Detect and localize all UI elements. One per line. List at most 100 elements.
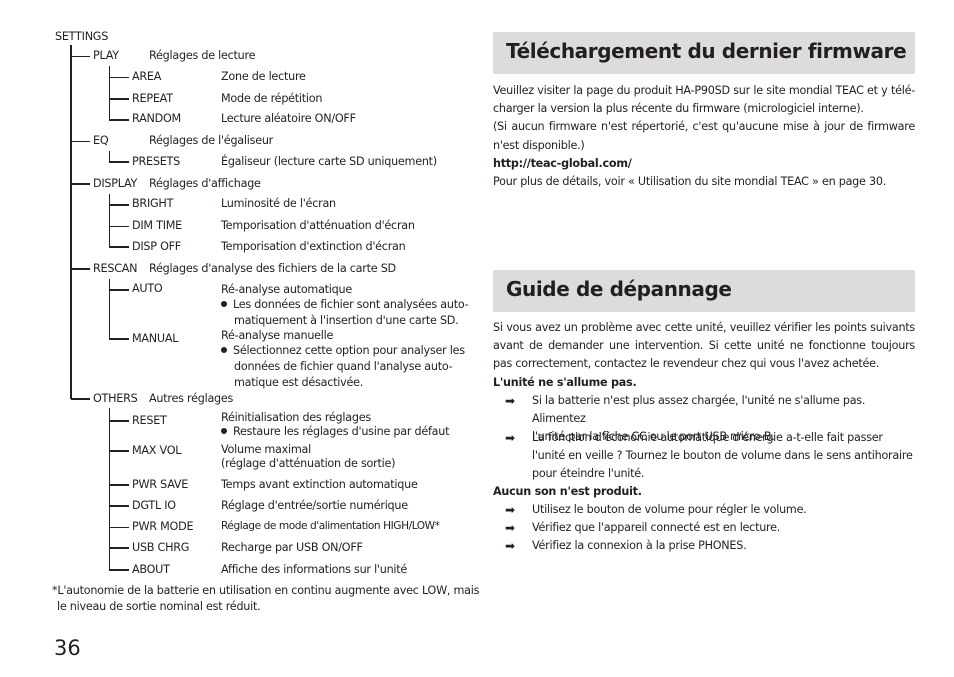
tree-branch-line [71, 141, 90, 142]
troubleshooting-heading-bar: Guide de dépannage [493, 270, 915, 312]
item-desc-usb-chrg: Recharge par USB ON/OFF [221, 541, 363, 554]
bullet-item: Les données de fichier sont analysées au… [221, 298, 469, 311]
tree-trunk-line [70, 45, 72, 399]
item-desc-pwr-save: Temps avant extinction automatique [221, 478, 418, 491]
item-desc-random: Lecture aléatoire ON/OFF [221, 112, 356, 125]
tree-branch-line [109, 98, 129, 100]
intro-line: Si vous avez un problème avec cette unit… [493, 321, 915, 334]
group-key-rescan: RESCAN [93, 262, 138, 275]
footnote-line: *L'autonomie de la batterie en utilisati… [52, 584, 480, 597]
group-desc-display: Réglages d'affichage [149, 177, 261, 190]
item-key-auto: AUTO [132, 282, 163, 295]
item-key-pwr-mode: PWR MODE [132, 520, 194, 533]
item-key-bright: BRIGHT [132, 197, 174, 210]
bullet-item: Restaure les réglages d'usine par défaut [221, 425, 450, 438]
group-key-display: DISPLAY [93, 177, 138, 190]
item-desc-about: Affiche des informations sur l'unité [221, 563, 408, 576]
troubleshooting-heading: Guide de dépannage [506, 277, 732, 301]
tree-branch-line [71, 183, 90, 185]
tree-branch-line [109, 450, 129, 452]
arrow-right-icon: ➡ [505, 394, 515, 408]
firmware-text-line: Veuillez visiter la page du produit HA-P… [493, 84, 915, 97]
firmware-url-link[interactable]: http://teac-global.com/ [493, 155, 915, 173]
bullet-continuation: matique est désactivée. [234, 376, 364, 389]
bullet-continuation: matiquement à l'insertion d'une carte SD… [234, 314, 459, 327]
bullet-icon [221, 301, 227, 307]
item-desc2-max-vol: (réglage d'atténuation de sortie) [221, 457, 396, 470]
item-desc-pwr-mode: Réglage de mode d'alimentation HIGH/LOW* [221, 520, 440, 532]
item-key-dim-time: DIM TIME [132, 219, 182, 232]
tree-subtrunk-line [109, 66, 110, 120]
intro-line: pas correctement, contactez le revendeur… [493, 357, 880, 371]
item-desc-dgtl-io: Réglage d'entrée/sortie numérique [221, 499, 408, 512]
group-desc-rescan: Réglages d'analyse des fichiers de la ca… [149, 262, 396, 275]
item-desc-area: Zone de lecture [221, 70, 306, 83]
item-key-max-vol: MAX VOL [132, 444, 182, 457]
tree-subtrunk-line [109, 279, 110, 339]
firmware-heading: Téléchargement du dernier firmware [506, 39, 907, 63]
bullet-icon [221, 428, 227, 434]
problem-block: Aucun son n'est produit. [493, 483, 915, 501]
group-desc-play: Réglages de lecture [149, 49, 256, 62]
firmware-more-info: Pour plus de détails, voir « Utilisation… [493, 175, 887, 189]
item-desc-max-vol: Volume maximal [221, 443, 312, 456]
tree-branch-line [71, 56, 90, 57]
tree-branch-line [109, 527, 129, 528]
item-desc-presets: Égaliseur (lecture carte SD uniquement) [221, 155, 437, 168]
item-desc-manual: Ré-analyse manuelle [221, 329, 334, 342]
firmware-text-line: charger la version la plus récente du fi… [493, 102, 864, 116]
bullet-continuation: données de fichier quand l'analyse auto- [234, 360, 453, 373]
tree-branch-line [109, 484, 129, 486]
item-key-repeat: REPEAT [132, 92, 173, 105]
tree-branch-line [109, 226, 129, 227]
arrow-right-icon: ➡ [505, 521, 515, 535]
tree-subtrunk-line [109, 408, 110, 570]
item-desc-reset: Réinitialisation des réglages [221, 411, 371, 424]
item-key-reset: RESET [132, 414, 167, 427]
arrow-right-icon: ➡ [505, 539, 515, 553]
firmware-heading-bar: Téléchargement du dernier firmware [493, 32, 915, 74]
group-key-eq: EQ [93, 134, 109, 147]
item-desc-dim-time: Temporisation d'atténuation d'écran [221, 219, 415, 232]
problem-heading: L'unité ne s'allume pas. [493, 375, 637, 389]
item-key-presets: PRESETS [132, 155, 180, 168]
tree-branch-line [109, 420, 129, 422]
tree-branch-line [109, 204, 129, 206]
item-desc-bright: Luminosité de l'écran [221, 197, 336, 210]
firmware-body: Veuillez visiter la page du produit HA-P… [493, 82, 915, 191]
tree-branch-line [71, 268, 90, 270]
group-key-others: OTHERS [93, 392, 138, 405]
tree-branch-line [109, 569, 129, 571]
tree-branch-line [109, 77, 129, 78]
item-key-pwr-save: PWR SAVE [132, 478, 189, 491]
tree-branch-line [109, 119, 129, 121]
tree-branch-line [109, 161, 129, 163]
firmware-text-line: (Si aucun firmware n'est répertorié, c'e… [493, 120, 915, 134]
item-desc-disp-off: Temporisation d'extinction d'écran [221, 240, 406, 253]
bullet-item: Sélectionnez cette option pour analyser … [221, 344, 465, 357]
item-desc-repeat: Mode de répétition [221, 92, 323, 105]
arrow-right-icon: ➡ [505, 431, 515, 445]
tree-branch-line [109, 246, 129, 248]
tree-subtrunk-line [109, 194, 110, 248]
tree-branch-line [109, 338, 129, 340]
item-key-usb-chrg: USB CHRG [132, 541, 190, 554]
group-key-play: PLAY [93, 49, 119, 62]
intro-line: avant de demander une intervention. Si c… [493, 339, 915, 353]
item-key-area: AREA [132, 70, 162, 83]
item-key-about: ABOUT [132, 563, 170, 576]
item-key-disp-off: DISP OFF [132, 240, 181, 253]
tree-branch-line [109, 289, 129, 291]
tree-branch-line [109, 505, 129, 507]
problem-heading: Aucun son n'est produit. [493, 485, 642, 498]
arrow-right-icon: ➡ [505, 503, 515, 517]
troubleshooting-intro: Si vous avez un problème avec cette unit… [493, 319, 915, 392]
page-number: 36 [54, 636, 81, 660]
tree-branch-line [109, 547, 129, 549]
firmware-text-line: n'est disponible.) [493, 138, 585, 152]
tree-root-label: SETTINGS [55, 30, 109, 43]
group-desc-eq: Réglages de l'égaliseur [149, 134, 274, 147]
item-key-dgtl-io: DGTL IO [132, 499, 176, 512]
item-key-random: RANDOM [132, 112, 181, 125]
item-desc-auto: Ré-analyse automatique [221, 283, 352, 296]
